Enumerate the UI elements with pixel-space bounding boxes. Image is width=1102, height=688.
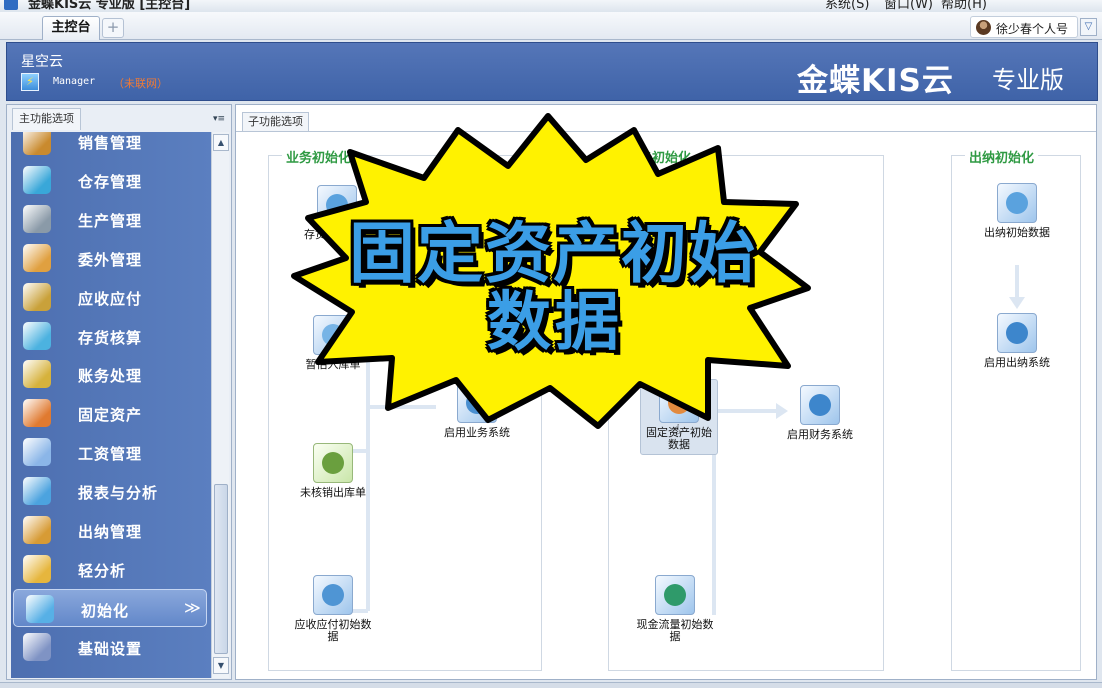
func-enable-cashier[interactable]: 启用出纳系统 xyxy=(978,313,1056,369)
sidebar-item-light-analysis[interactable]: 轻分析 xyxy=(11,550,211,588)
basic-settings-icon xyxy=(23,632,51,661)
sidebar-item-label: 轻分析 xyxy=(78,561,127,580)
sidebar-item-basic-settings[interactable]: 基础设置 xyxy=(11,628,211,666)
outsource-people-icon xyxy=(23,243,51,272)
sidebar-item-warehouse-boxes[interactable]: 仓存管理 xyxy=(11,161,211,199)
sidebar-item-label: 报表与分析 xyxy=(78,484,159,503)
login-user: Manager xyxy=(53,76,96,87)
cloud-name: 星空云 xyxy=(21,54,63,70)
inventory-accounting-icon xyxy=(23,321,51,350)
panel-menu-icon[interactable]: ▾≡ xyxy=(213,114,225,124)
user-account-box[interactable]: 徐少春个人号 xyxy=(970,16,1078,38)
sidebar-item-label: 基础设置 xyxy=(78,639,143,658)
header-banner: 星空云 ⚡ Manager （未联网） 金蝶KIS云 专业版 xyxy=(6,42,1098,101)
payroll-icon xyxy=(23,438,51,467)
production-machine-icon xyxy=(23,204,51,233)
cashier-init-icon xyxy=(997,183,1037,223)
window-title: 金蝶KIS云 专业版 [主控台] xyxy=(28,0,191,12)
main-function-panel: 主功能选项 ▾≡ 销售管理仓存管理生产管理委外管理应收应付存货核算账务处理固定资… xyxy=(6,104,232,680)
ar-ap-init-icon xyxy=(313,575,353,615)
sidebar-item-label: 工资管理 xyxy=(78,445,143,464)
light-analysis-icon xyxy=(23,554,51,583)
user-name: 徐少春个人号 xyxy=(996,22,1069,36)
sidebar-item-label: 初始化 xyxy=(81,601,130,620)
sales-person-icon xyxy=(23,132,51,155)
sidebar-item-label: 固定资产 xyxy=(78,406,143,425)
money-bag-icon xyxy=(23,282,51,311)
edition-label: 专业版 xyxy=(992,66,1064,94)
mouse-cursor-icon: ☝ xyxy=(672,422,681,438)
brand-logo: 金蝶KIS云 xyxy=(797,63,954,99)
chevron-down-icon[interactable]: ▽ xyxy=(1080,18,1097,36)
sidebar-item-cashier[interactable]: 出纳管理 xyxy=(11,511,211,549)
ledger-icon xyxy=(23,360,51,389)
sidebar-item-initialize[interactable]: 初始化 ≫ xyxy=(13,588,207,627)
sidebar-item-label: 出纳管理 xyxy=(78,523,143,541)
func-unverified-outbound[interactable]: 未核销出库单 xyxy=(294,443,372,499)
fixed-asset-icon xyxy=(23,399,51,428)
sidebar-item-label: 销售管理 xyxy=(78,134,143,152)
add-tab-button[interactable]: + xyxy=(102,18,124,38)
menu-help[interactable]: 帮助(H) xyxy=(941,0,987,12)
sidebar-item-inventory-accounting[interactable]: 存货核算 xyxy=(11,317,211,355)
lightning-icon: ⚡ xyxy=(21,73,39,91)
tab-main-console[interactable]: 主控台 xyxy=(42,16,100,40)
sidebar-item-label: 存货核算 xyxy=(78,328,143,347)
connection-status: （未联网） xyxy=(113,77,168,90)
sidebar-item-payroll[interactable]: 工资管理 xyxy=(11,433,211,471)
sidebar-item-label: 委外管理 xyxy=(78,250,143,269)
main-function-list: 销售管理仓存管理生产管理委外管理应收应付存货核算账务处理固定资产工资管理报表与分… xyxy=(11,132,211,678)
sidebar-item-fixed-asset[interactable]: 固定资产 xyxy=(11,394,211,432)
scroll-thumb[interactable] xyxy=(214,484,228,654)
arrow-down-icon xyxy=(1009,297,1025,309)
menu-window[interactable]: 窗口(W) xyxy=(884,0,933,12)
initialize-icon xyxy=(26,594,54,623)
sidebar-item-money-bag[interactable]: 应收应付 xyxy=(11,278,211,316)
group-cashier-title: 出纳初始化 xyxy=(965,147,1039,166)
sidebar-item-sales-person[interactable]: 销售管理 xyxy=(11,132,211,160)
cash-flow-init-icon xyxy=(655,575,695,615)
main-function-title: 主功能选项 xyxy=(12,108,81,130)
overlay-caption-line2: 数据 xyxy=(487,286,623,360)
scroll-up-icon[interactable]: ▲ xyxy=(213,134,229,151)
unverified-outbound-icon xyxy=(313,443,353,483)
warehouse-boxes-icon xyxy=(23,165,51,194)
nav-scrollbar[interactable]: ▲ ▼ xyxy=(211,132,229,678)
report-icon xyxy=(23,477,51,506)
avatar xyxy=(976,20,991,35)
tab-row: 主控台 + 徐少春个人号 ▽ xyxy=(0,12,1102,40)
window-titlebar: 金蝶KIS云 专业版 [主控台] 系统(S) 窗口(W) 帮助(H) xyxy=(0,0,1102,12)
sidebar-item-label: 应收应付 xyxy=(78,289,143,308)
sidebar-item-production-machine[interactable]: 生产管理 xyxy=(11,200,211,238)
sidebar-item-label: 生产管理 xyxy=(78,211,143,230)
status-bar xyxy=(0,682,1102,688)
scroll-down-icon[interactable]: ▼ xyxy=(213,657,229,674)
func-cashier-init[interactable]: 出纳初始数据 xyxy=(978,183,1056,239)
sidebar-item-label: 账务处理 xyxy=(78,367,143,386)
sidebar-item-outsource-people[interactable]: 委外管理 xyxy=(11,239,211,277)
func-cash-flow-init[interactable]: 现金流量初始数据 xyxy=(636,575,714,643)
sidebar-item-report[interactable]: 报表与分析 xyxy=(11,472,211,510)
enable-cashier-icon xyxy=(997,313,1037,353)
menu-system[interactable]: 系统(S) xyxy=(825,0,869,12)
expand-arrow-icon[interactable]: ≫ xyxy=(184,598,201,617)
sidebar-item-ledger[interactable]: 账务处理 xyxy=(11,355,211,393)
cashier-icon xyxy=(23,516,51,544)
sidebar-item-label: 仓存管理 xyxy=(78,172,143,191)
app-logo-icon xyxy=(4,0,18,10)
func-ar-ap-init[interactable]: 应收应付初始数据 xyxy=(294,575,372,643)
flow-line xyxy=(1015,265,1019,301)
